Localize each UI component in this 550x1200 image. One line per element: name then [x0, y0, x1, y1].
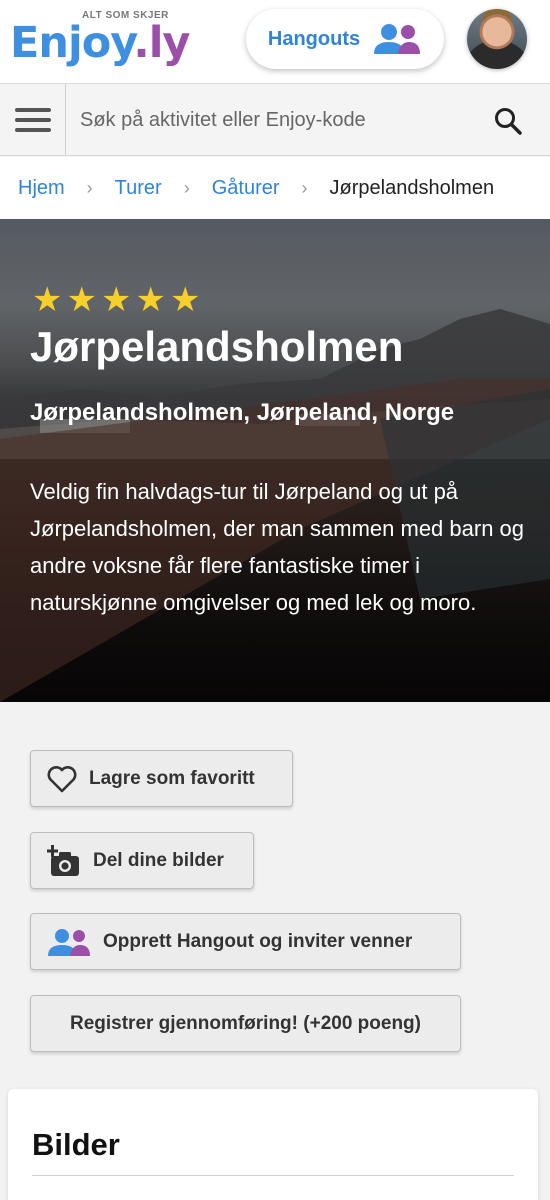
- hangouts-button[interactable]: Hangouts: [246, 9, 444, 69]
- hangouts-label: Hangouts: [267, 27, 361, 50]
- heart-icon: [47, 765, 77, 792]
- star-icon: ★: [169, 280, 201, 320]
- create-hangout-button[interactable]: Opprett Hangout og inviter venner: [30, 913, 461, 970]
- star-icon: ★: [135, 280, 166, 320]
- enjoy-logo[interactable]: ALT SOM SKJER Enjoy.ly: [10, 10, 190, 74]
- search-bar: [0, 84, 550, 156]
- hero-banner: ★ ★ ★ ★ ★ Jørpelandsholmen Jørpelandshol…: [0, 219, 550, 702]
- location-text: Jørpelandsholmen, Jørpeland, Norge: [30, 399, 455, 426]
- people-icon: [48, 928, 90, 956]
- logo-part-1: Enjoy: [10, 18, 134, 68]
- top-header: ALT SOM SKJER Enjoy.ly Hangouts: [0, 0, 550, 84]
- rating-stars: ★ ★ ★ ★ ★: [32, 283, 200, 317]
- people-icon: [374, 24, 421, 54]
- star-icon: ★: [66, 280, 97, 320]
- images-section-title: Bilder: [32, 1127, 120, 1162]
- breadcrumb-separator: ›: [86, 177, 93, 198]
- hamburger-menu-icon[interactable]: [0, 84, 66, 156]
- breadcrumb-home[interactable]: Hjem: [18, 177, 65, 200]
- breadcrumb-gaturer[interactable]: Gåturer: [212, 177, 280, 200]
- breadcrumb-turer[interactable]: Turer: [115, 177, 162, 200]
- star-icon: ★: [32, 280, 63, 320]
- save-favorite-label: Lagre som favoritt: [89, 767, 255, 789]
- logo-wordmark: Enjoy.ly: [10, 18, 190, 68]
- activity-description: Veldig fin halvdags-tur til Jørpeland og…: [30, 479, 525, 615]
- share-photos-label: Del dine bilder: [93, 849, 224, 871]
- create-hangout-label: Opprett Hangout og inviter venner: [103, 930, 413, 952]
- user-avatar[interactable]: [467, 9, 527, 69]
- search-input[interactable]: [80, 102, 480, 138]
- register-completion-label: Registrer gjennomføring! (+200 poeng): [69, 1012, 421, 1034]
- star-icon: ★: [100, 280, 132, 320]
- section-divider: [32, 1175, 514, 1176]
- images-section: Bilder: [8, 1089, 538, 1200]
- breadcrumb: Hjem › Turer › Gåturer › Jørpelandsholme…: [0, 157, 550, 219]
- save-favorite-button[interactable]: Lagre som favoritt: [30, 750, 293, 807]
- breadcrumb-current: Jørpelandsholmen: [329, 176, 495, 199]
- search-icon[interactable]: [493, 106, 523, 136]
- add-photo-icon: [47, 844, 79, 876]
- logo-part-2: .ly: [133, 18, 190, 68]
- breadcrumb-separator: ›: [183, 177, 190, 198]
- share-photos-button[interactable]: Del dine bilder: [30, 832, 254, 889]
- breadcrumb-separator: ›: [301, 177, 308, 198]
- register-completion-button[interactable]: Registrer gjennomføring! (+200 poeng): [30, 995, 461, 1052]
- page-title: Jørpelandsholmen: [30, 323, 404, 370]
